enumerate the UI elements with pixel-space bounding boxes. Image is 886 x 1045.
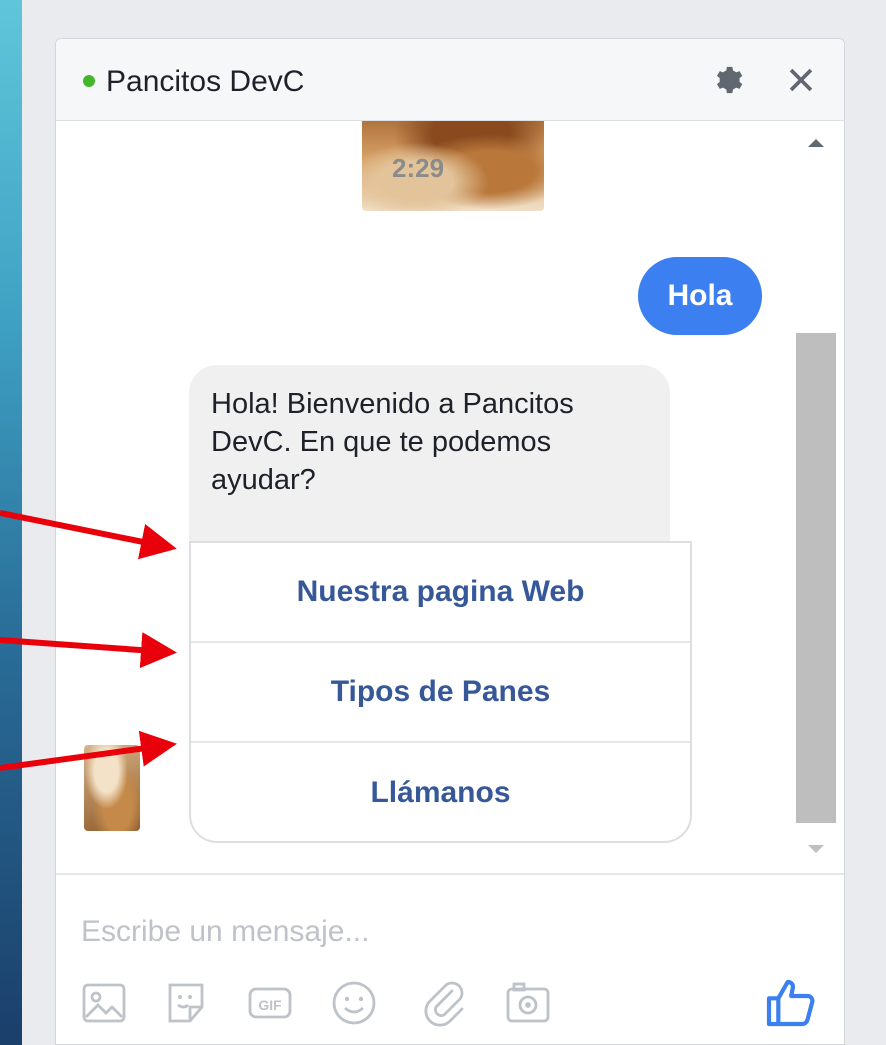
quick-reply-bread-types[interactable]: Tipos de Panes [191,643,690,743]
scrollbar[interactable] [796,121,836,873]
message-list[interactable]: 2:29 Hola Hola! Bienvenido a Pancitos De… [56,121,844,873]
message-input[interactable]: Escribe un mensaje... [81,915,369,949]
bot-avatar [84,745,140,831]
gif-icon[interactable]: GIF [246,979,294,1027]
bot-message-bubble: Hola! Bienvenido a Pancitos DevC. En que… [189,365,670,541]
scroll-down-arrow-icon[interactable] [808,845,824,853]
camera-icon[interactable] [504,979,552,1027]
message-composer: Escribe un mensaje... GIF [56,873,844,1044]
quick-reply-call-us[interactable]: Llámanos [191,743,690,841]
close-icon[interactable] [784,63,818,97]
chat-window: Pancitos DevC 2:29 Hola Hola! Bienvenido… [55,38,845,1045]
chat-header[interactable]: Pancitos DevC [56,39,844,121]
quick-reply-web-page[interactable]: Nuestra pagina Web [191,543,690,643]
chat-title: Pancitos DevC [106,65,305,98]
sticker-icon[interactable] [162,979,210,1027]
svg-text:GIF: GIF [258,997,282,1013]
scroll-up-arrow-icon[interactable] [808,139,824,147]
image-timestamp: 2:29 [392,153,445,183]
user-message-bubble: Hola [638,257,762,335]
scrollbar-thumb[interactable] [796,333,836,823]
emoji-icon[interactable] [330,979,378,1027]
thumbs-up-icon[interactable] [762,975,818,1031]
gear-icon[interactable] [712,63,746,97]
bread-image-message[interactable]: 2:29 [362,121,544,211]
image-icon[interactable] [80,979,128,1027]
online-status-indicator [83,75,95,87]
quick-replies: Nuestra pagina Web Tipos de Panes Lláman… [189,541,692,843]
attachment-icon[interactable] [420,979,468,1027]
